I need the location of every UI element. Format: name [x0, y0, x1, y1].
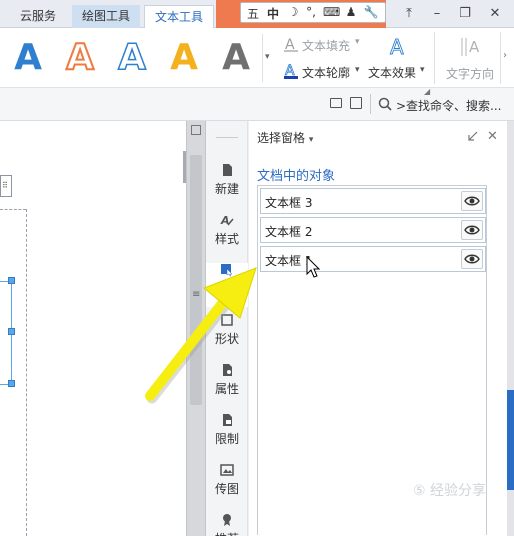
svg-text:A: A	[285, 37, 295, 52]
object-row[interactable]: 文本框 3	[260, 188, 486, 214]
sidebar-item-label: 样式	[214, 232, 239, 246]
eye-icon[interactable]	[461, 249, 483, 269]
textbox-dashed-edge	[26, 209, 27, 536]
selection-pane: 选择窗格 ▾ ✕ 文档中的对象 文本框 3 文本框 2 文本框 1	[249, 121, 507, 536]
resize-handle[interactable]	[8, 380, 15, 387]
chevron-down-icon: ▾	[308, 135, 314, 145]
image-icon	[220, 464, 234, 476]
annotation-arrow-icon	[140, 262, 264, 413]
text-style-5[interactable]: A	[216, 36, 256, 80]
pane-toggle-icon[interactable]	[191, 125, 201, 135]
styles-more-icon[interactable]: ▾	[262, 34, 272, 82]
wrench-icon[interactable]: 🔧	[363, 5, 379, 19]
sidebar-item-label: 新建	[214, 182, 239, 196]
sidebar-item-recommend[interactable]: 推荐	[206, 513, 248, 536]
sidebar-item-new[interactable]: 新建	[206, 163, 248, 197]
resize-handle[interactable]	[8, 277, 15, 284]
text-outline-icon[interactable]: A	[282, 63, 300, 79]
style-icon: A	[220, 214, 234, 227]
object-row[interactable]: 文本框 2	[260, 217, 486, 243]
text-direction-icon[interactable]: A	[458, 34, 484, 60]
comment-icon[interactable]	[350, 97, 362, 109]
layout-options-icon[interactable]: ⠿	[0, 175, 12, 197]
text-effect-chevron-down-icon[interactable]: ▾	[420, 65, 425, 75]
ribbon: A A A A A ▾ A 文本填充 ▾ A 文本轮廓 ▾ A 文本效果 ▾ A…	[0, 28, 514, 88]
command-search-input[interactable]: >查找命令、搜索...	[396, 97, 502, 114]
text-style-2[interactable]: A	[60, 36, 100, 80]
text-fill-label[interactable]: 文本填充	[302, 37, 350, 54]
sidebar-item-style[interactable]: A 样式	[206, 213, 248, 247]
new-doc-icon	[223, 164, 232, 176]
pane-close-icon[interactable]: ✕	[487, 129, 498, 144]
text-style-4[interactable]: A	[164, 36, 204, 80]
cmd-divider	[370, 94, 371, 114]
resize-handle[interactable]	[8, 328, 15, 335]
object-row[interactable]: 文本框 1	[260, 246, 486, 272]
right-expand-tab[interactable]	[507, 390, 514, 490]
ribbon-divider-2	[500, 32, 501, 84]
mouse-cursor-icon	[306, 255, 321, 281]
object-label: 文本框 2	[265, 225, 313, 239]
ime-toolbar: 五 中 ☽ °, ⌨ ♟ 🔧	[240, 2, 386, 23]
object-label: 文本框 3	[265, 196, 313, 210]
sidebar-item-label: 传图	[214, 482, 239, 496]
tab-drawing-tools[interactable]: 绘图工具	[72, 5, 141, 28]
text-effect-icon[interactable]: A	[386, 34, 410, 60]
upload-icon[interactable]: ⤒	[398, 4, 420, 24]
sidebar-item-image[interactable]: 传图	[206, 463, 248, 497]
ribbon-collapse-icon[interactable]: ◢	[424, 87, 430, 96]
sidebar-item-label: 限制	[214, 432, 239, 446]
text-fill-icon[interactable]: A	[282, 36, 300, 53]
keyboard-icon[interactable]: ⌨	[323, 5, 340, 19]
recommend-icon	[223, 514, 231, 526]
text-style-1[interactable]: A	[8, 36, 48, 80]
ime-chinese-toggle[interactable]: 中	[265, 5, 281, 22]
pane-undock-icon[interactable]	[467, 130, 479, 145]
ribbon-scroll-right-icon[interactable]: ›	[503, 50, 507, 61]
text-outline-label[interactable]: 文本轮廓	[302, 64, 350, 81]
minimize-button[interactable]: –	[426, 4, 448, 24]
sidebar-item-label: 推荐	[215, 532, 239, 536]
text-effect-label[interactable]: 文本效果	[368, 64, 416, 81]
restore-button[interactable]: ❐	[454, 4, 476, 24]
punctuation-icon[interactable]: °,	[303, 5, 319, 19]
text-direction-label[interactable]: 文字方向	[446, 65, 494, 82]
text-outline-chevron-down-icon[interactable]: ▾	[355, 65, 360, 75]
slideshow-icon[interactable]	[330, 98, 342, 108]
pane-title[interactable]: 选择窗格 ▾	[257, 129, 313, 146]
restrict-icon	[223, 414, 232, 426]
close-button[interactable]: ✕	[484, 4, 506, 24]
svg-text:A: A	[390, 35, 404, 58]
ribbon-divider	[434, 32, 435, 84]
eye-icon[interactable]	[461, 191, 483, 211]
tab-cloud[interactable]: 云服务	[10, 5, 66, 28]
tab-text-tools[interactable]: 文本工具	[144, 5, 215, 28]
ime-logo-icon[interactable]: 五	[245, 5, 261, 22]
text-fill-chevron-down-icon[interactable]: ▾	[355, 37, 360, 47]
text-style-3[interactable]: A	[112, 36, 152, 80]
command-bar: ◢ >查找命令、搜索...	[0, 87, 514, 121]
section-title: 文档中的对象	[257, 169, 336, 184]
watermark: ⑤ 经验分享	[413, 483, 487, 499]
halfwidth-icon[interactable]: ☽	[285, 5, 301, 19]
search-icon[interactable]	[378, 97, 392, 114]
sidebar-divider	[216, 137, 238, 138]
svg-text:A: A	[469, 38, 480, 56]
user-icon[interactable]: ♟	[343, 5, 359, 19]
eye-icon[interactable]	[461, 220, 483, 240]
sidebar-item-restrict[interactable]: 限制	[206, 413, 248, 447]
